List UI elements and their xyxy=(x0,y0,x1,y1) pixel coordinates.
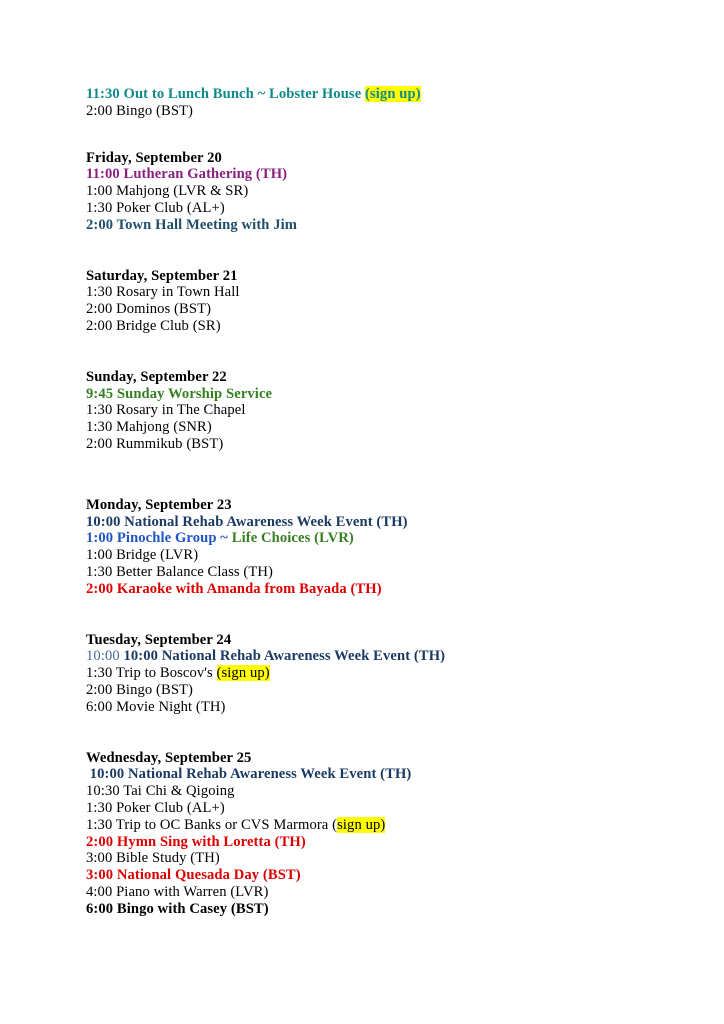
event-line-bingo-bst: 2:00 Bingo (BST) xyxy=(86,103,724,120)
event-text-run: 1:30 Rosary in The Chapel xyxy=(86,402,246,419)
day-heading: Wednesday, September 25 xyxy=(86,749,252,766)
day-section-wednesday-sept-25: Wednesday, September 25 10:00 National R… xyxy=(86,750,724,918)
event-text-run: 11:00 Lutheran Gathering (TH) xyxy=(86,166,288,183)
day-heading: Saturday, September 21 xyxy=(86,267,238,284)
event-text-run: 10:00 xyxy=(86,648,124,665)
event-text-run: 2:00 Karaoke with Amanda from Bayada (TH… xyxy=(86,580,382,597)
event-text-run: 1:30 Poker Club (AL+) xyxy=(86,799,225,816)
event-line-lutheran-gathering: 11:00 Lutheran Gathering (TH) xyxy=(86,166,724,183)
event-text-run: Life Choices (LVR) xyxy=(231,530,354,547)
day-section-friday-sept-20: Friday, September 20 11:00 Lutheran Gathe… xyxy=(86,150,724,234)
event-text-run: 6:00 Bingo with Casey (BST) xyxy=(86,900,269,917)
day-section-tuesday-sept-24: Tuesday, September 24 10:00 10:00 Nationa… xyxy=(86,632,724,716)
event-text-run: 2:00 Bingo (BST) xyxy=(86,681,194,698)
event-line-rosary-chapel: 1:30 Rosary in The Chapel xyxy=(86,402,724,419)
event-text-run: 6:00 Movie Night (TH) xyxy=(86,698,226,715)
day-heading: Tuesday, September 24 xyxy=(86,631,232,648)
event-line-bridge-lvr: 1:00 Bridge (LVR) xyxy=(86,547,724,564)
event-text-run: 10:00 National Rehab Awareness Week Even… xyxy=(86,766,412,783)
day-heading: Friday, September 20 xyxy=(86,149,222,166)
event-text-run: 2:00 Dominos (BST) xyxy=(86,301,212,318)
day-section-sunday-sept-22: Sunday, September 22 9:45 Sunday Worship … xyxy=(86,369,724,453)
event-text-run: 1:30 Rosary in Town Hall xyxy=(86,284,240,301)
event-text-run: 3:00 Bible Study (TH) xyxy=(86,850,220,867)
day-heading: Sunday, September 22 xyxy=(86,368,227,385)
event-line-mahjong-lvr-sr: 1:00 Mahjong (LVR & SR) xyxy=(86,183,724,200)
event-line-piano-warren: 4:00 Piano with Warren (LVR) xyxy=(86,884,724,901)
event-text-run: 1:30 Better Balance Class (TH) xyxy=(86,563,273,580)
event-line-karaoke-amanda: 2:00 Karaoke with Amanda from Bayada (TH… xyxy=(86,581,724,598)
event-text-run: 1:00 Bridge (LVR) xyxy=(86,547,199,564)
event-line-dominos-bst: 2:00 Dominos (BST) xyxy=(86,301,724,318)
event-line-mahjong-snr: 1:30 Mahjong (SNR) xyxy=(86,419,724,436)
event-text-run: 10:00 National Rehab Awareness Week Even… xyxy=(123,648,446,665)
calendar-sections: 11:30 Out to Lunch Bunch ~ Lobster House… xyxy=(86,86,724,917)
event-text-run: 11:30 Out to Lunch Bunch ~ Lobster House xyxy=(86,86,366,102)
day-section-monday-sept-23: Monday, September 23 10:00 National Rehab… xyxy=(86,497,724,598)
day-heading: Monday, September 23 xyxy=(86,496,232,513)
event-line-poker-club-al: 1:30 Poker Club (AL+) xyxy=(86,200,724,217)
day-section-partial-top: 11:30 Out to Lunch Bunch ~ Lobster House… xyxy=(86,86,724,120)
event-line-sunday-worship: 9:45 Sunday Worship Service xyxy=(86,386,724,403)
event-text-run: 1:00 Mahjong (LVR & SR) xyxy=(86,183,249,200)
event-line-town-hall-meeting: 2:00 Town Hall Meeting with Jim xyxy=(86,217,724,234)
event-text-run: 2:00 Bingo (BST) xyxy=(86,102,194,119)
event-line-tai-chi-qigoing: 10:30 Tai Chi & Qigoing xyxy=(86,783,724,800)
event-text-run: 2:00 Rummikub (BST) xyxy=(86,435,224,452)
event-line-rummikub-bst: 2:00 Rummikub (BST) xyxy=(86,436,724,453)
day-section-saturday-sept-21: Saturday, September 21 1:30 Rosary in Tow… xyxy=(86,268,724,335)
event-line-rehab-awareness-mon: 10:00 National Rehab Awareness Week Even… xyxy=(86,514,724,531)
event-line-bingo-casey: 6:00 Bingo with Casey (BST) xyxy=(86,901,724,918)
event-text-run: 2:00 Town Hall Meeting with Jim xyxy=(86,216,298,233)
event-line-movie-night: 6:00 Movie Night (TH) xyxy=(86,699,724,716)
event-text-run: 1:30 Poker Club (AL+) xyxy=(86,199,225,216)
event-text-run: 1:00 Pinochle Group ~ xyxy=(86,530,232,547)
event-text-run: 1:30 Trip to Boscov's xyxy=(86,665,217,682)
event-line-rehab-awareness-wed: 10:00 National Rehab Awareness Week Even… xyxy=(86,766,724,783)
event-line-hymn-sing-loretta: 2:00 Hymn Sing with Loretta (TH) xyxy=(86,834,724,851)
calendar-document: 11:30 Out to Lunch Bunch ~ Lobster House… xyxy=(0,0,724,1024)
event-line-rosary-town-hall: 1:30 Rosary in Town Hall xyxy=(86,284,724,301)
event-line-bingo-bst-tue: 2:00 Bingo (BST) xyxy=(86,682,724,699)
sign-up-highlight[interactable]: sign up) xyxy=(337,816,386,833)
event-line-trip-boscovs: 1:30 Trip to Boscov's (sign up) xyxy=(86,665,724,682)
event-line-better-balance-class: 1:30 Better Balance Class (TH) xyxy=(86,564,724,581)
event-text-run: 1:30 Mahjong (SNR) xyxy=(86,419,212,436)
event-line-national-quesada-day: 3:00 National Quesada Day (BST) xyxy=(86,867,724,884)
event-line-lunch-bunch: 11:30 Out to Lunch Bunch ~ Lobster House… xyxy=(86,86,724,103)
event-line-poker-club-al-wed: 1:30 Poker Club (AL+) xyxy=(86,800,724,817)
sign-up-highlight[interactable]: (sign up) xyxy=(216,665,270,682)
event-text-run: 4:00 Piano with Warren (LVR) xyxy=(86,883,269,900)
sign-up-highlight[interactable]: (sign up) xyxy=(365,86,421,102)
event-line-rehab-awareness-tue: 10:00 10:00 National Rehab Awareness Wee… xyxy=(86,648,724,665)
event-text-run: 1:30 Trip to OC Banks or CVS Marmora ( xyxy=(86,816,338,833)
event-text-run: 10:00 National Rehab Awareness Week Even… xyxy=(86,513,408,530)
event-line-pinochle-group: 1:00 Pinochle Group ~ Life Choices (LVR) xyxy=(86,530,724,547)
event-text-run: 3:00 National Quesada Day (BST) xyxy=(86,867,301,884)
event-line-bible-study: 3:00 Bible Study (TH) xyxy=(86,850,724,867)
event-text-run: 9:45 Sunday Worship Service xyxy=(86,385,273,402)
event-text-run: 2:00 Hymn Sing with Loretta (TH) xyxy=(86,833,306,850)
event-text-run: 2:00 Bridge Club (SR) xyxy=(86,317,221,334)
event-line-trip-oc-banks: 1:30 Trip to OC Banks or CVS Marmora (si… xyxy=(86,816,724,834)
event-text-run: 10:30 Tai Chi & Qigoing xyxy=(86,783,235,800)
event-line-bridge-club-sr: 2:00 Bridge Club (SR) xyxy=(86,318,724,335)
